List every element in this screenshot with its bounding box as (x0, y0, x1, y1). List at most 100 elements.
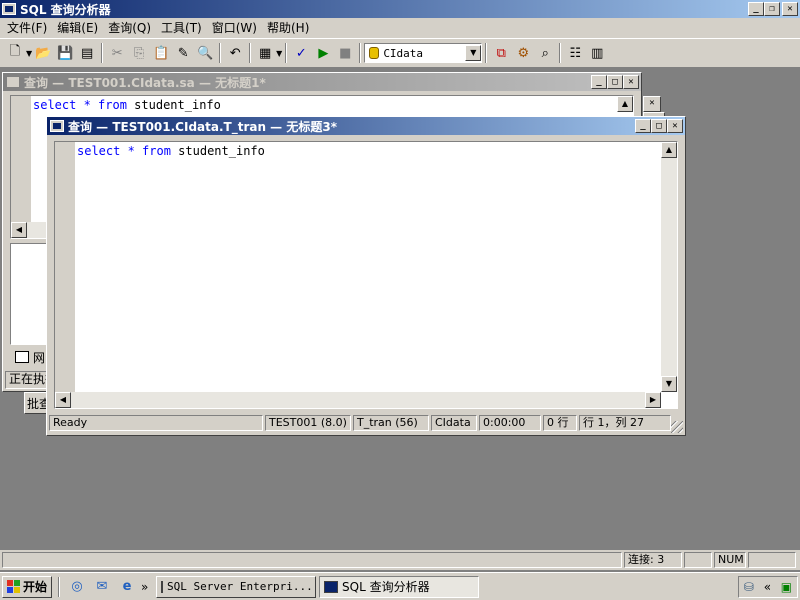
enterprise-manager-icon (161, 580, 163, 593)
app-icon (2, 3, 16, 15)
scroll-up-arrow[interactable]: ▲ (661, 142, 677, 158)
load-script-icon[interactable]: ▤ (76, 42, 98, 64)
query-window-icon (6, 76, 20, 88)
close-button[interactable]: ✕ (667, 119, 683, 133)
scroll-left-arrow[interactable]: ◀ (55, 392, 71, 408)
status-database: CIdata (431, 415, 477, 431)
save-icon[interactable]: 💾 (54, 42, 76, 64)
resize-grip-icon[interactable] (671, 421, 683, 433)
query-window-icon (50, 120, 64, 132)
sql-editor-text[interactable]: select * from student_info (77, 144, 265, 158)
quicklaunch-chevron[interactable]: » (141, 580, 153, 594)
status-numlock: NUM (714, 552, 746, 568)
query-analyzer-icon (324, 580, 338, 593)
app-titlebar[interactable]: SQL 查询分析器 _ ❐ ✕ (0, 0, 800, 18)
menu-help[interactable]: 帮助(H) (262, 19, 314, 37)
results-grid-icon[interactable]: ▦ (254, 42, 276, 64)
menu-tools[interactable]: 工具(T) (156, 19, 207, 37)
maximize-button[interactable]: □ (607, 75, 623, 89)
status-blank (748, 552, 796, 568)
grid-icon (15, 351, 29, 363)
toolbar: 🗋 ▼ 📂 💾 ▤ ✂ ⎘ 📋 ✎ 🔍 ↶ ▦ ▼ ✓ ▶ ■ CIdata ▼… (0, 38, 800, 68)
status-elapsed-time: 0:00:00 (479, 415, 541, 431)
properties-icon[interactable]: ☷ (564, 42, 586, 64)
query-status-bar: Ready TEST001 (8.0) T_tran (56) CIdata 0… (49, 415, 683, 433)
status-ready: Ready (49, 415, 263, 431)
query-window-active-title: 查询 — TEST001.CIdata.T_tran — 无标题3* (68, 119, 337, 134)
stop-icon[interactable]: ■ (334, 42, 356, 64)
database-icon (369, 47, 380, 59)
index-tuning-icon[interactable]: ⚙ (512, 42, 534, 64)
menu-window[interactable]: 窗口(W) (207, 19, 262, 37)
find-icon[interactable]: 🔍 (194, 42, 216, 64)
app-status-main (2, 552, 622, 568)
tray-chevron[interactable]: « (764, 580, 771, 594)
internet-explorer-icon[interactable]: e (116, 576, 138, 598)
execute-icon[interactable]: ▶ (312, 42, 334, 64)
close-button[interactable]: ✕ (623, 75, 639, 89)
menu-bar: 文件(F) 编辑(E) 查询(Q) 工具(T) 窗口(W) 帮助(H) (0, 18, 800, 38)
sql-service-icon[interactable]: ⛁ (744, 580, 754, 594)
toolbar-separator (285, 43, 288, 63)
task-enterprise-manager[interactable]: SQL Server Enterpri... (156, 575, 316, 598)
new-query-icon[interactable]: 🗋 (4, 42, 26, 64)
minimize-button[interactable]: _ (591, 75, 607, 89)
clear-window-icon[interactable]: ✎ (172, 42, 194, 64)
active-editor[interactable]: select * from student_info ▲ ▼ ◀ ▶ (54, 141, 678, 409)
start-button[interactable]: 开始 (2, 575, 52, 598)
query-window-active[interactable]: 查询 — TEST001.CIdata.T_tran — 无标题3* _ □ ✕… (46, 116, 686, 436)
app-status-bar: 连接: 3 NUM (0, 550, 800, 570)
scroll-down-arrow[interactable]: ▼ (661, 376, 677, 392)
sql-editor-text[interactable]: select * from student_info (33, 98, 221, 112)
status-connections: 连接: 3 (624, 552, 682, 568)
toolbar-separator (249, 43, 252, 63)
copy-icon[interactable]: ⎘ (128, 42, 150, 64)
system-tray: ⛁ « ▣ (738, 575, 798, 598)
minimize-button[interactable]: _ (748, 2, 764, 16)
paste-icon[interactable]: 📋 (150, 42, 172, 64)
cut-icon[interactable]: ✂ (106, 42, 128, 64)
object-browser-icon[interactable]: ▥ (586, 42, 608, 64)
parse-check-icon[interactable]: ✓ (290, 42, 312, 64)
menu-edit[interactable]: 编辑(E) (52, 19, 103, 37)
show-desktop-icon[interactable]: ◎ (66, 576, 88, 598)
scroll-up-arrow[interactable]: ▲ (617, 96, 633, 112)
scroll-left-arrow[interactable]: ◀ (11, 222, 27, 238)
toolbar-separator (359, 43, 362, 63)
horizontal-scrollbar[interactable]: ◀ ▶ (55, 392, 661, 408)
toolbar-separator (559, 43, 562, 63)
editor-gutter (11, 96, 31, 222)
query-window-active-titlebar[interactable]: 查询 — TEST001.CIdata.T_tran — 无标题3* _ □ ✕ (47, 117, 685, 135)
app-title: SQL 查询分析器 (20, 2, 111, 17)
database-select[interactable]: CIdata ▼ (364, 43, 483, 63)
service-manager-icon[interactable]: ▣ (781, 580, 792, 594)
scroll-right-arrow[interactable]: ▶ (645, 392, 661, 408)
restore-button[interactable]: ❐ (764, 2, 780, 16)
status-blank (684, 552, 712, 568)
windows-logo-icon (7, 580, 20, 593)
third-window-close-button[interactable]: ✕ (643, 96, 661, 112)
database-select-value: CIdata (383, 46, 424, 60)
menu-query[interactable]: 查询(Q) (103, 19, 156, 37)
status-cursor-position: 行 1，列 27 (579, 415, 671, 431)
chevron-down-icon[interactable]: ▼ (465, 45, 482, 61)
maximize-button[interactable]: □ (651, 119, 667, 133)
status-row-count: 0 行 (543, 415, 577, 431)
undo-icon[interactable]: ↶ (224, 42, 246, 64)
dropdown-arrow-icon[interactable]: ▼ (276, 49, 282, 58)
query-window-background-titlebar[interactable]: 查询 — TEST001.CIdata.sa — 无标题1* _ □ ✕ (3, 73, 641, 91)
outlook-icon[interactable]: ✉ (91, 576, 113, 598)
open-folder-icon[interactable]: 📂 (32, 42, 54, 64)
status-user: T_tran (56) (353, 415, 429, 431)
task-query-analyzer[interactable]: SQL 查询分析器 (319, 575, 479, 598)
results-tab-label: 网 (33, 350, 46, 365)
trace-icon[interactable]: ⌕ (534, 42, 556, 64)
editor-gutter (55, 142, 75, 392)
minimize-button[interactable]: _ (635, 119, 651, 133)
status-server: TEST001 (8.0) (265, 415, 351, 431)
execution-plan-icon[interactable]: ⧉ (490, 42, 512, 64)
vertical-scrollbar[interactable]: ▲ ▼ (661, 142, 677, 392)
menu-file[interactable]: 文件(F) (2, 19, 52, 37)
close-button[interactable]: ✕ (782, 2, 798, 16)
toolbar-separator (101, 43, 104, 63)
